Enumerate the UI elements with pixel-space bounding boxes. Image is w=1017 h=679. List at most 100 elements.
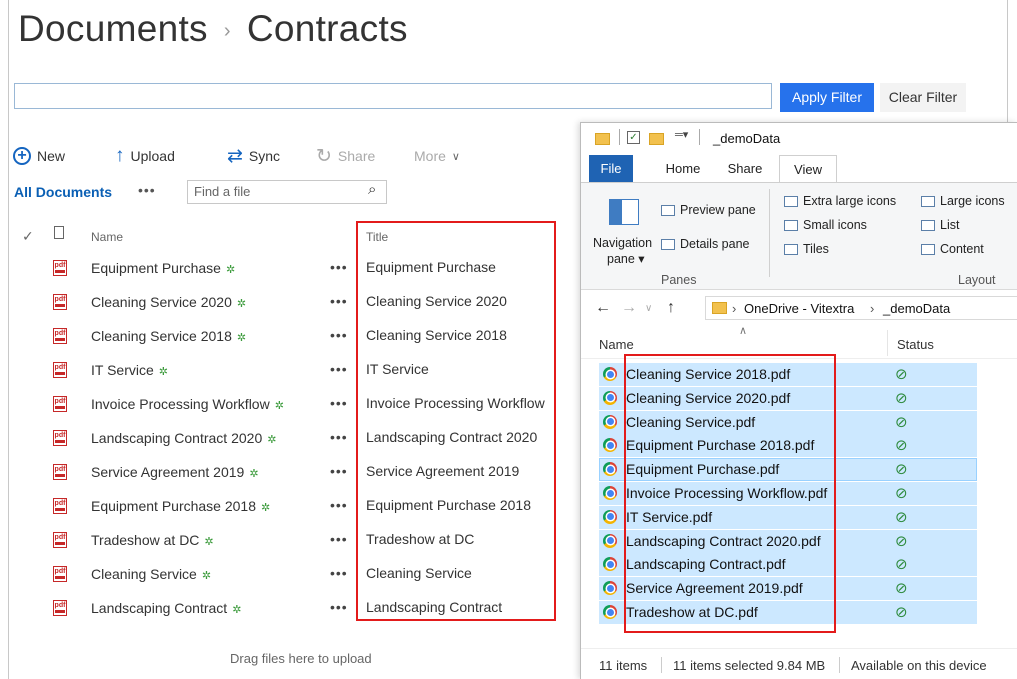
tab-share[interactable]: Share	[719, 155, 771, 182]
chrome-pdf-icon	[603, 605, 617, 619]
new-button[interactable]: + New	[13, 144, 65, 168]
tab-file[interactable]: File	[589, 155, 633, 182]
chrome-pdf-icon	[603, 438, 617, 453]
document-name: Landscaping Contract	[91, 600, 228, 616]
row-menu-ellipsis[interactable]: •••	[330, 497, 348, 513]
new-item-icon: ✲	[261, 502, 271, 514]
row-menu-ellipsis[interactable]: •••	[330, 327, 348, 343]
small-icons-option[interactable]: Small icons	[784, 218, 867, 232]
content-option[interactable]: Content	[921, 242, 984, 256]
pdf-file-icon: pdf	[53, 498, 67, 514]
view-all-documents[interactable]: All Documents	[14, 184, 112, 200]
synced-status-icon: ⊘	[895, 580, 908, 598]
navigation-pane-icon[interactable]	[609, 199, 639, 225]
chrome-pdf-icon	[603, 414, 617, 429]
properties-check-icon[interactable]: ✓	[627, 131, 640, 144]
chrome-pdf-icon	[603, 533, 617, 548]
new-item-icon: ✲	[158, 366, 168, 378]
column-header-status[interactable]: Status	[897, 337, 934, 352]
document-name: IT Service	[91, 362, 154, 378]
chrome-pdf-icon	[603, 390, 617, 405]
document-name-link[interactable]: Landscaping Contract 2020 ✲	[91, 430, 276, 446]
synced-status-icon: ⊘	[895, 604, 908, 621]
explorer-statusbar: 11 items 11 items selected 9.84 MB Avail…	[581, 648, 1017, 679]
view-options-ellipsis[interactable]: •••	[138, 182, 156, 198]
select-all-checkmark-icon[interactable]: ✓	[22, 228, 34, 245]
folder-icon	[595, 133, 610, 145]
customize-toolbar-icon[interactable]: ═▾	[675, 128, 688, 141]
row-menu-ellipsis[interactable]: •••	[330, 429, 348, 445]
address-bar[interactable]: › OneDrive - Vitextra › _demoData	[705, 296, 1017, 320]
document-name-link[interactable]: Equipment Purchase 2018 ✲	[91, 498, 270, 514]
clear-filter-button[interactable]: Clear Filter	[880, 83, 966, 112]
document-name-link[interactable]: Equipment Purchase ✲	[91, 260, 235, 276]
tab-home[interactable]: Home	[655, 155, 711, 182]
document-name-link[interactable]: Tradeshow at DC ✲	[91, 532, 214, 548]
selection-info: 11 items selected 9.84 MB	[673, 658, 826, 673]
document-name-link[interactable]: Cleaning Service ✲	[91, 566, 211, 582]
new-folder-icon[interactable]	[649, 133, 664, 145]
forward-arrow-icon[interactable]: →	[621, 299, 637, 317]
document-name-link[interactable]: IT Service ✲	[91, 362, 168, 378]
item-count: 11 items	[599, 658, 648, 673]
more-button[interactable]: More ∨	[414, 144, 460, 168]
sync-button[interactable]: ⇄ Sync	[227, 144, 280, 168]
preview-pane-label: Preview pane	[680, 203, 756, 217]
upload-button[interactable]: ↑ Upload	[115, 144, 175, 168]
divider	[619, 129, 620, 145]
content-icon	[921, 244, 935, 256]
details-pane-button[interactable]: Details pane	[661, 237, 750, 251]
column-header-name[interactable]: Name	[91, 230, 123, 244]
find-file-input[interactable]: Find a file	[187, 180, 387, 204]
synced-status-icon: ⊘	[895, 532, 908, 550]
document-name-link[interactable]: Cleaning Service 2020 ✲	[91, 294, 246, 310]
preview-pane-button[interactable]: Preview pane	[661, 203, 756, 217]
pdf-file-icon: pdf	[53, 430, 67, 446]
new-item-icon: ✲	[225, 264, 236, 276]
navigation-pane-label[interactable]: Navigation	[593, 236, 652, 250]
window-title: _demoData	[713, 131, 781, 146]
share-icon: ↻	[316, 145, 332, 167]
document-name: Cleaning Service	[91, 566, 197, 582]
address-root[interactable]: OneDrive - Vitextra	[744, 301, 854, 316]
extra-large-icons-option[interactable]: Extra large icons	[784, 194, 896, 208]
more-label: More	[414, 148, 446, 164]
document-name-link[interactable]: Service Agreement 2019 ✲	[91, 464, 259, 480]
address-folder[interactable]: _demoData	[883, 301, 950, 316]
document-name: Service Agreement 2019	[91, 464, 245, 480]
apply-filter-button[interactable]: Apply Filter	[780, 83, 874, 112]
document-name-link[interactable]: Landscaping Contract ✲	[91, 600, 241, 616]
row-menu-ellipsis[interactable]: •••	[330, 599, 348, 615]
pdf-file-icon: pdf	[53, 464, 67, 480]
document-name-link[interactable]: Invoice Processing Workflow ✲	[91, 396, 284, 412]
row-menu-ellipsis[interactable]: •••	[330, 463, 348, 479]
breadcrumb-parent[interactable]: Documents	[18, 8, 208, 49]
new-item-icon: ✲	[274, 400, 284, 412]
up-arrow-icon[interactable]: ↑	[667, 299, 675, 317]
row-menu-ellipsis[interactable]: •••	[330, 361, 348, 377]
new-item-icon: ✲	[249, 468, 259, 480]
synced-status-icon: ⊘	[895, 437, 908, 455]
search-icon[interactable]: ⌕	[368, 181, 376, 198]
upload-arrow-icon: ↑	[115, 145, 125, 166]
tiles-option[interactable]: Tiles	[784, 242, 829, 256]
recent-locations-chevron-icon[interactable]: ∨	[645, 303, 652, 314]
ribbon-divider	[769, 189, 770, 277]
row-menu-ellipsis[interactable]: •••	[330, 531, 348, 547]
row-menu-ellipsis[interactable]: •••	[330, 293, 348, 309]
list-option[interactable]: List	[921, 218, 959, 232]
column-header-name[interactable]: Name	[599, 337, 634, 352]
filter-input[interactable]	[14, 83, 772, 109]
row-menu-ellipsis[interactable]: •••	[330, 395, 348, 411]
document-name-link[interactable]: Cleaning Service 2018 ✲	[91, 328, 246, 344]
share-button[interactable]: ↻ Share	[316, 144, 375, 168]
row-menu-ellipsis[interactable]: •••	[330, 565, 348, 581]
navigation-pane-dropdown[interactable]: pane ▾	[607, 251, 645, 266]
details-pane-label: Details pane	[680, 237, 750, 251]
row-menu-ellipsis[interactable]: •••	[330, 259, 348, 275]
large-icons-option[interactable]: Large icons	[921, 194, 1005, 208]
tab-view[interactable]: View	[779, 155, 837, 182]
back-arrow-icon[interactable]: ←	[595, 299, 611, 317]
details-pane-icon	[661, 239, 675, 251]
column-divider[interactable]	[887, 330, 888, 356]
